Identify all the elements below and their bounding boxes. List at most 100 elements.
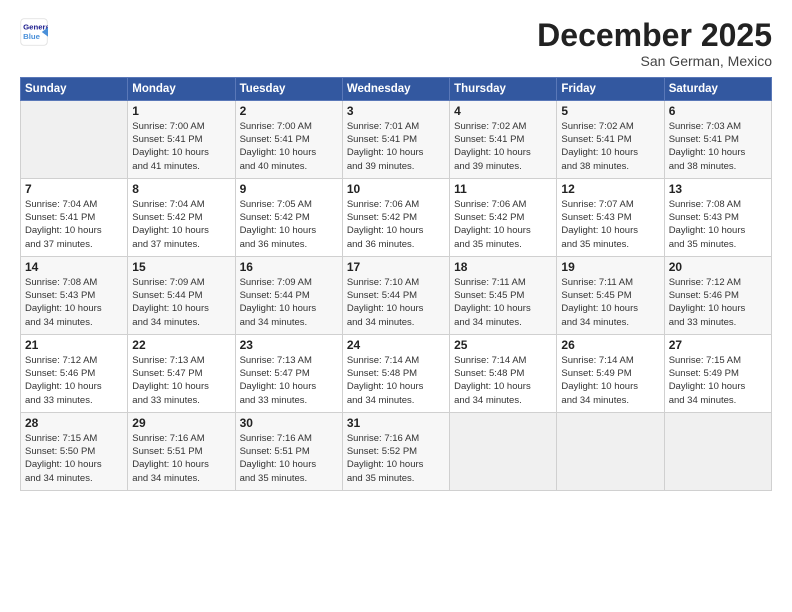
- day-number: 16: [240, 260, 338, 274]
- day-info: Sunrise: 7:16 AMSunset: 5:52 PMDaylight:…: [347, 432, 445, 484]
- calendar-cell: 24 Sunrise: 7:14 AMSunset: 5:48 PMDayligh…: [342, 335, 449, 413]
- col-thursday: Thursday: [450, 78, 557, 101]
- col-saturday: Saturday: [664, 78, 771, 101]
- day-info: Sunrise: 7:02 AMSunset: 5:41 PMDaylight:…: [454, 120, 552, 172]
- day-number: 6: [669, 104, 767, 118]
- calendar-week-4: 21 Sunrise: 7:12 AMSunset: 5:46 PMDayligh…: [21, 335, 772, 413]
- col-tuesday: Tuesday: [235, 78, 342, 101]
- day-number: 4: [454, 104, 552, 118]
- day-info: Sunrise: 7:04 AMSunset: 5:41 PMDaylight:…: [25, 198, 123, 250]
- logo: General Blue: [20, 18, 51, 46]
- day-info: Sunrise: 7:14 AMSunset: 5:48 PMDaylight:…: [454, 354, 552, 406]
- calendar-cell: 13 Sunrise: 7:08 AMSunset: 5:43 PMDayligh…: [664, 179, 771, 257]
- calendar-cell: 30Sunrise: 7:16 AMSunset: 5:51 PMDayligh…: [235, 413, 342, 491]
- day-number: 21: [25, 338, 123, 352]
- day-info: Sunrise: 7:16 AMSunset: 5:51 PMDaylight:…: [132, 432, 230, 484]
- col-monday: Monday: [128, 78, 235, 101]
- day-number: 15: [132, 260, 230, 274]
- day-info: Sunrise: 7:05 AMSunset: 5:42 PMDaylight:…: [240, 198, 338, 250]
- calendar-cell: 26Sunrise: 7:14 AMSunset: 5:49 PMDayligh…: [557, 335, 664, 413]
- day-number: 27: [669, 338, 767, 352]
- day-number: 14: [25, 260, 123, 274]
- calendar-cell: [557, 413, 664, 491]
- calendar-cell: 7 Sunrise: 7:04 AMSunset: 5:41 PMDaylight…: [21, 179, 128, 257]
- calendar-cell: 1 Sunrise: 7:00 AMSunset: 5:41 PMDaylight…: [128, 101, 235, 179]
- day-info: Sunrise: 7:08 AMSunset: 5:43 PMDaylight:…: [669, 198, 767, 250]
- day-info: Sunrise: 7:11 AMSunset: 5:45 PMDaylight:…: [454, 276, 552, 328]
- calendar-cell: 27 Sunrise: 7:15 AMSunset: 5:49 PMDayligh…: [664, 335, 771, 413]
- calendar-cell: 12 Sunrise: 7:07 AMSunset: 5:43 PMDayligh…: [557, 179, 664, 257]
- day-info: Sunrise: 7:00 AMSunset: 5:41 PMDaylight:…: [132, 120, 230, 172]
- day-info: Sunrise: 7:08 AMSunset: 5:43 PMDaylight:…: [25, 276, 123, 328]
- day-number: 29: [132, 416, 230, 430]
- day-number: 22: [132, 338, 230, 352]
- day-number: 28: [25, 416, 123, 430]
- day-number: 23: [240, 338, 338, 352]
- calendar-cell: 22 Sunrise: 7:13 AMSunset: 5:47 PMDayligh…: [128, 335, 235, 413]
- day-number: 2: [240, 104, 338, 118]
- day-info: Sunrise: 7:03 AMSunset: 5:41 PMDaylight:…: [669, 120, 767, 172]
- calendar-cell: 4 Sunrise: 7:02 AMSunset: 5:41 PMDaylight…: [450, 101, 557, 179]
- calendar-week-5: 28 Sunrise: 7:15 AMSunset: 5:50 PMDayligh…: [21, 413, 772, 491]
- col-sunday: Sunday: [21, 78, 128, 101]
- calendar-week-2: 7 Sunrise: 7:04 AMSunset: 5:41 PMDaylight…: [21, 179, 772, 257]
- col-wednesday: Wednesday: [342, 78, 449, 101]
- day-info: Sunrise: 7:09 AMSunset: 5:44 PMDaylight:…: [132, 276, 230, 328]
- day-number: 31: [347, 416, 445, 430]
- calendar-week-1: 1 Sunrise: 7:00 AMSunset: 5:41 PMDaylight…: [21, 101, 772, 179]
- calendar-cell: [664, 413, 771, 491]
- calendar-cell: 6 Sunrise: 7:03 AMSunset: 5:41 PMDaylight…: [664, 101, 771, 179]
- day-info: Sunrise: 7:13 AMSunset: 5:47 PMDaylight:…: [240, 354, 338, 406]
- day-number: 12: [561, 182, 659, 196]
- day-info: Sunrise: 7:04 AMSunset: 5:42 PMDaylight:…: [132, 198, 230, 250]
- day-info: Sunrise: 7:06 AMSunset: 5:42 PMDaylight:…: [454, 198, 552, 250]
- day-number: 17: [347, 260, 445, 274]
- day-number: 10: [347, 182, 445, 196]
- day-info: Sunrise: 7:12 AMSunset: 5:46 PMDaylight:…: [25, 354, 123, 406]
- calendar-cell: 14 Sunrise: 7:08 AMSunset: 5:43 PMDayligh…: [21, 257, 128, 335]
- day-info: Sunrise: 7:10 AMSunset: 5:44 PMDaylight:…: [347, 276, 445, 328]
- day-number: 19: [561, 260, 659, 274]
- day-number: 9: [240, 182, 338, 196]
- calendar-cell: 15 Sunrise: 7:09 AMSunset: 5:44 PMDayligh…: [128, 257, 235, 335]
- calendar-table: Sunday Monday Tuesday Wednesday Thursday…: [20, 77, 772, 491]
- calendar-cell: 2 Sunrise: 7:00 AMSunset: 5:41 PMDaylight…: [235, 101, 342, 179]
- day-info: Sunrise: 7:15 AMSunset: 5:49 PMDaylight:…: [669, 354, 767, 406]
- day-number: 3: [347, 104, 445, 118]
- svg-text:Blue: Blue: [23, 32, 41, 41]
- day-number: 7: [25, 182, 123, 196]
- day-info: Sunrise: 7:07 AMSunset: 5:43 PMDaylight:…: [561, 198, 659, 250]
- calendar-cell: 25 Sunrise: 7:14 AMSunset: 5:48 PMDayligh…: [450, 335, 557, 413]
- calendar-cell: [450, 413, 557, 491]
- day-number: 26: [561, 338, 659, 352]
- day-info: Sunrise: 7:15 AMSunset: 5:50 PMDaylight:…: [25, 432, 123, 484]
- calendar-cell: 10Sunrise: 7:06 AMSunset: 5:42 PMDayligh…: [342, 179, 449, 257]
- day-info: Sunrise: 7:13 AMSunset: 5:47 PMDaylight:…: [132, 354, 230, 406]
- calendar-cell: 20Sunrise: 7:12 AMSunset: 5:46 PMDayligh…: [664, 257, 771, 335]
- day-number: 8: [132, 182, 230, 196]
- calendar-cell: 11 Sunrise: 7:06 AMSunset: 5:42 PMDayligh…: [450, 179, 557, 257]
- day-number: 24: [347, 338, 445, 352]
- calendar-cell: [21, 101, 128, 179]
- day-info: Sunrise: 7:16 AMSunset: 5:51 PMDaylight:…: [240, 432, 338, 484]
- day-info: Sunrise: 7:11 AMSunset: 5:45 PMDaylight:…: [561, 276, 659, 328]
- page-header: General Blue December 2025 San German, M…: [20, 18, 772, 69]
- calendar-cell: 17 Sunrise: 7:10 AMSunset: 5:44 PMDayligh…: [342, 257, 449, 335]
- calendar-cell: 16Sunrise: 7:09 AMSunset: 5:44 PMDayligh…: [235, 257, 342, 335]
- calendar-cell: 28 Sunrise: 7:15 AMSunset: 5:50 PMDayligh…: [21, 413, 128, 491]
- day-number: 11: [454, 182, 552, 196]
- day-number: 20: [669, 260, 767, 274]
- title-block: December 2025 San German, Mexico: [537, 18, 772, 69]
- calendar-cell: 3Sunrise: 7:01 AMSunset: 5:41 PMDaylight…: [342, 101, 449, 179]
- logo-icon: General Blue: [20, 18, 48, 46]
- day-info: Sunrise: 7:02 AMSunset: 5:41 PMDaylight:…: [561, 120, 659, 172]
- day-info: Sunrise: 7:14 AMSunset: 5:48 PMDaylight:…: [347, 354, 445, 406]
- day-number: 13: [669, 182, 767, 196]
- col-friday: Friday: [557, 78, 664, 101]
- calendar-week-3: 14 Sunrise: 7:08 AMSunset: 5:43 PMDayligh…: [21, 257, 772, 335]
- day-number: 18: [454, 260, 552, 274]
- day-number: 25: [454, 338, 552, 352]
- calendar-cell: 23 Sunrise: 7:13 AMSunset: 5:47 PMDayligh…: [235, 335, 342, 413]
- day-info: Sunrise: 7:00 AMSunset: 5:41 PMDaylight:…: [240, 120, 338, 172]
- day-number: 1: [132, 104, 230, 118]
